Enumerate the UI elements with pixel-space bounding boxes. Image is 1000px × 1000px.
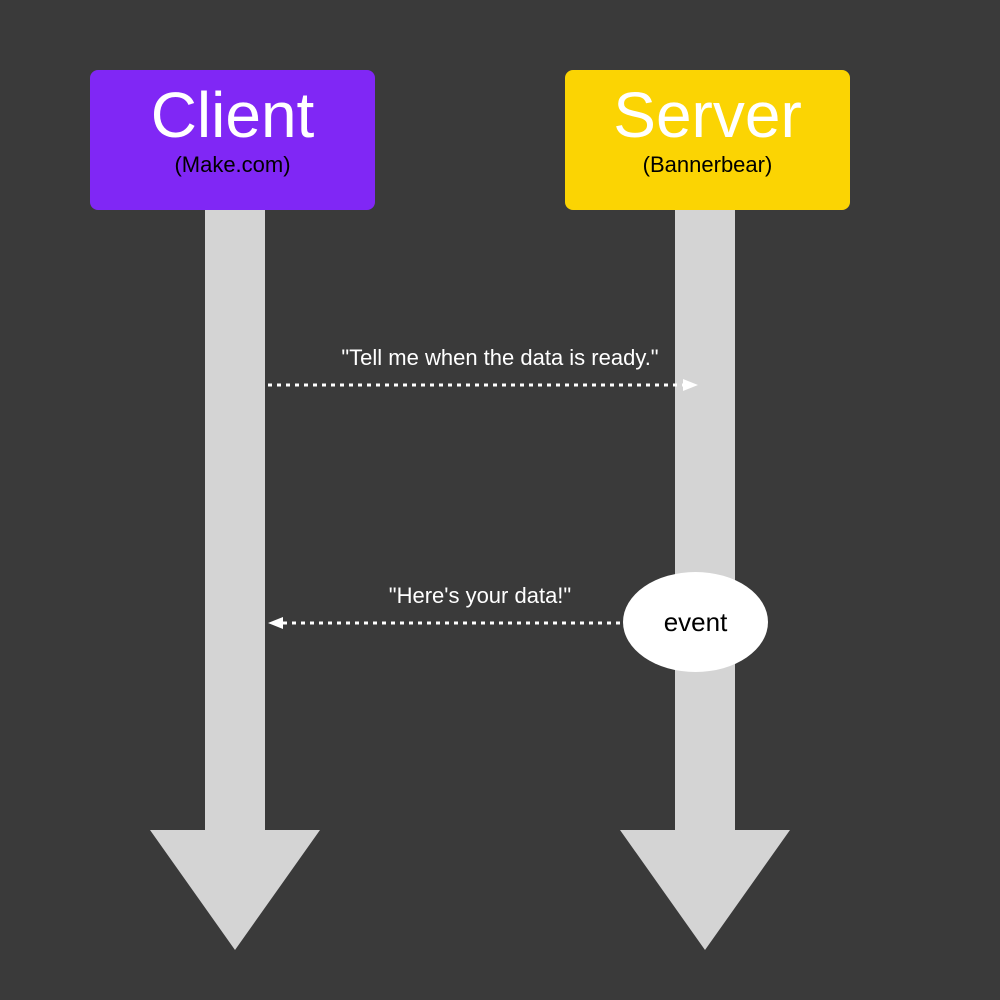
request-message: "Tell me when the data is ready." xyxy=(310,345,690,371)
response-message: "Here's your data!" xyxy=(330,583,630,609)
server-title: Server xyxy=(565,80,850,150)
event-label: event xyxy=(664,607,728,638)
response-arrow-icon xyxy=(268,616,638,628)
event-node: event xyxy=(623,572,768,672)
client-subtitle: (Make.com) xyxy=(90,152,375,178)
server-subtitle: (Bannerbear) xyxy=(565,152,850,178)
client-timeline-arrow-icon xyxy=(150,210,320,950)
request-arrow-icon xyxy=(268,378,698,390)
client-box: Client (Make.com) xyxy=(90,70,375,210)
server-box: Server (Bannerbear) xyxy=(565,70,850,210)
client-title: Client xyxy=(90,80,375,150)
